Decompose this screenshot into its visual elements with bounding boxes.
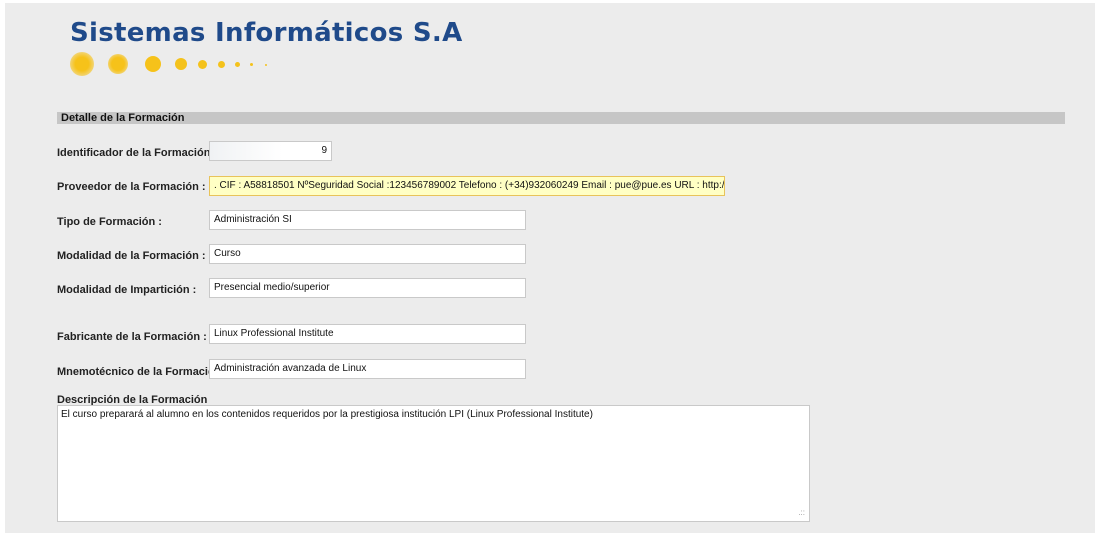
section-title: Detalle de la Formación [61,112,185,124]
mnemotecnico-field[interactable]: Administración avanzada de Linux [209,359,526,379]
proveedor-field[interactable]: . CIF : A58818501 NºSeguridad Social :12… [209,176,725,196]
logo-dot [198,60,207,69]
identificador-label: Identificador de la Formación : [57,147,218,159]
logo-dot [175,58,187,70]
logo-dot [70,52,94,76]
modalidad-formacion-label: Modalidad de la Formación : [57,250,206,262]
modalidad-formacion-field[interactable]: Curso [209,244,526,264]
modalidad-imparticion-field[interactable]: Presencial medio/superior [209,278,526,298]
logo-dot [108,54,128,74]
logo-dot [250,63,253,66]
descripcion-textarea[interactable]: El curso preparará al alumno en los cont… [57,405,810,522]
logo-dot [218,61,225,68]
fabricante-field[interactable]: Linux Professional Institute [209,324,526,344]
identificador-field[interactable]: 9 [209,141,332,161]
descripcion-text: El curso preparará al alumno en los cont… [61,409,593,420]
modalidad-imparticion-label: Modalidad de Impartición : [57,284,197,296]
tipo-field[interactable]: Administración SI [209,210,526,230]
proveedor-label: Proveedor de la Formación : [57,181,206,193]
logo-dot [265,64,267,66]
section-header-bar: Detalle de la Formación [57,112,1065,124]
logo-dot [235,62,240,67]
logo-dot [145,56,161,72]
tipo-label: Tipo de Formación : [57,216,162,228]
company-logo-title: Sistemas Informáticos S.A [70,18,463,48]
logo-dots [70,52,310,82]
fabricante-label: Fabricante de la Formación : [57,331,207,343]
mnemotecnico-label: Mnemotécnico de la Formacion : [57,366,229,378]
resize-grip-icon[interactable]: .:: [798,509,805,517]
